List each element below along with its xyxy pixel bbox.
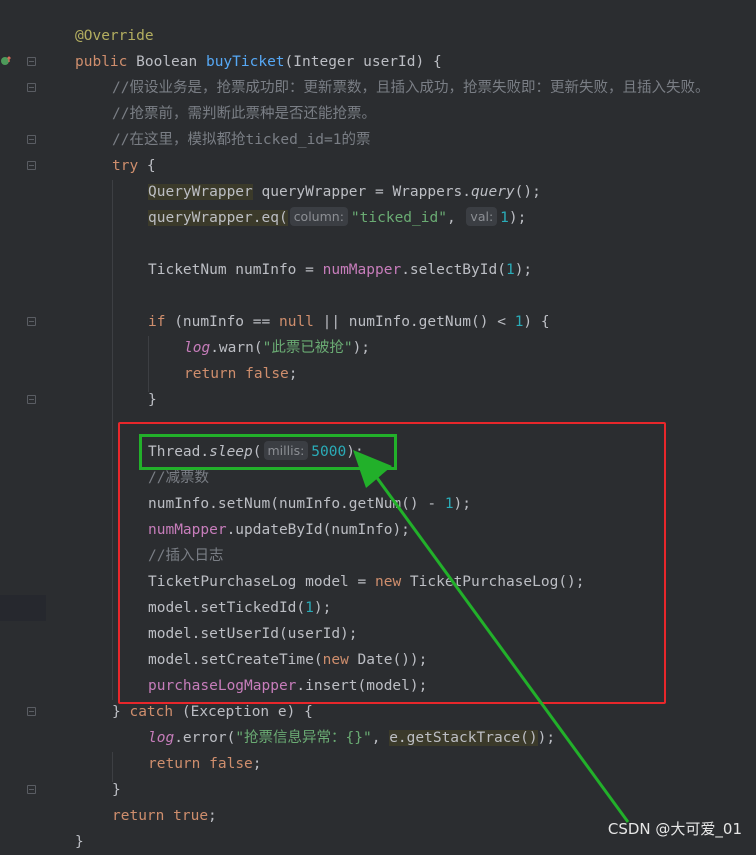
indent-guide <box>112 180 113 700</box>
fold-toggle-icon[interactable] <box>27 395 36 404</box>
code-line-30: } <box>112 782 121 798</box>
indent-guide <box>148 336 149 392</box>
code-line-3: //假设业务是，抢票成功即：更新票数，且插入成功，抢票失败即：更新失败，且插入失… <box>112 80 710 96</box>
code-line-13: log.warn("此票已被抢"); <box>184 340 371 356</box>
code-line-14: return false; <box>184 366 298 382</box>
fold-toggle-icon[interactable] <box>27 161 36 170</box>
code-line-15: } <box>148 392 157 408</box>
green-highlight-box <box>139 434 397 470</box>
code-line-28: log.error("抢票信息异常：{}", e.getStackTrace()… <box>148 730 556 746</box>
code-line-32: } <box>75 834 84 850</box>
override-method-icon[interactable] <box>0 55 12 67</box>
param-hint-val: val: <box>466 207 498 226</box>
code-line-31: return true; <box>112 808 217 824</box>
code-line-12: if (numInfo == null || numInfo.getNum() … <box>148 314 550 330</box>
watermark: CSDN @大可爱_01 <box>607 820 742 838</box>
editor-gutter <box>0 0 46 849</box>
code-line-7: QueryWrapper queryWrapper = Wrappers.que… <box>148 184 541 200</box>
code-line-8: queryWrapper.eq(column: "ticked_id", val:… <box>148 207 527 226</box>
fold-toggle-icon[interactable] <box>27 707 36 716</box>
code-line-1: @Override <box>75 28 154 44</box>
code-line-10: TicketNum numInfo = numMapper.selectById… <box>148 262 533 278</box>
code-line-6: try { <box>112 158 156 174</box>
fold-toggle-icon[interactable] <box>27 83 36 92</box>
code-line-2: public Boolean buyTicket(Integer userId)… <box>75 54 442 70</box>
fold-toggle-icon[interactable] <box>27 785 36 794</box>
code-line-5: //在这里，模拟都抢ticked_id=1的票 <box>112 132 371 148</box>
fold-toggle-icon[interactable] <box>27 317 36 326</box>
code-line-29: return false; <box>148 756 262 772</box>
fold-toggle-icon[interactable] <box>27 135 36 144</box>
fold-toggle-icon[interactable] <box>27 57 36 66</box>
param-hint-column: column: <box>289 207 348 226</box>
code-line-4: //抢票前，需判断此票种是否还能抢票。 <box>112 106 376 122</box>
